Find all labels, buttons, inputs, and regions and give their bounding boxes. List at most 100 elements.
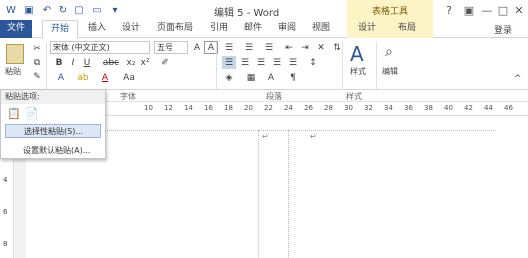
ruler-number: 26 — [304, 104, 313, 112]
undo-icon[interactable]: ↶ — [40, 3, 54, 17]
asian-layout-icon[interactable]: A — [264, 71, 278, 84]
tab-page-layout[interactable]: 页面布局 — [150, 20, 200, 38]
ruler-number: 32 — [364, 104, 373, 112]
highlight-icon[interactable]: ab — [76, 71, 90, 84]
table-tools-label: 表格工具 — [371, 7, 408, 17]
italic-icon[interactable]: I — [66, 56, 80, 69]
set-default-paste-item[interactable]: 设置默认粘贴(A)... — [5, 144, 101, 158]
format-painter-icon[interactable]: ✎ — [30, 70, 44, 83]
title-bar: W ▣ ↶ ↻ ▢ ▭ ▾ 编辑 5 - Word 表格工具 ? ▣ — □ ✕ — [0, 0, 528, 20]
paste-special-item[interactable]: 选择性粘贴(S)... — [5, 124, 101, 138]
chinese-layout-icon[interactable]: ✕ — [314, 41, 328, 54]
tab-mailings[interactable]: 邮件 — [238, 20, 268, 38]
ruler-number: 38 — [424, 104, 433, 112]
styles-button[interactable]: 样式 — [350, 66, 366, 77]
tab-design[interactable]: 设计 — [116, 20, 146, 38]
tab-references[interactable]: 引用 — [204, 20, 234, 38]
divider — [342, 42, 343, 90]
divider — [376, 42, 377, 90]
font-color-icon[interactable]: A — [98, 71, 112, 84]
table-tools-band: 表格工具 — [347, 0, 433, 20]
print-preview-icon[interactable]: ▢ — [72, 3, 86, 17]
align-left-icon[interactable]: ☰ — [222, 56, 236, 69]
ruler-number: 16 — [204, 104, 213, 112]
ruler-number: 46 — [504, 104, 513, 112]
superscript-icon[interactable]: x² — [138, 56, 152, 69]
cell-end-mark-icon: ↵ — [262, 132, 269, 141]
vruler-mark: 4 — [3, 176, 8, 184]
save-icon[interactable]: ▣ — [22, 3, 36, 17]
tab-view[interactable]: 视图 — [306, 20, 336, 38]
change-case-icon[interactable]: Aa — [122, 71, 136, 84]
borders-icon[interactable]: ▦ — [244, 71, 258, 84]
divider — [46, 42, 47, 90]
paste-icon[interactable] — [6, 44, 24, 64]
table-column-border — [288, 130, 289, 258]
vruler-mark: 6 — [3, 208, 8, 216]
ruler-number: 22 — [264, 104, 273, 112]
open-folder-icon[interactable]: ▭ — [90, 3, 104, 17]
show-marks-icon[interactable]: ¶ — [286, 71, 300, 84]
font-name-value: 宋体 (中文正文) — [53, 43, 110, 52]
ruler-number: 30 — [344, 104, 353, 112]
editing-button[interactable]: 编辑 — [382, 66, 398, 77]
keep-text-only-icon[interactable]: 📄 — [25, 107, 39, 120]
paste-options-menu: 粘贴选项: 📋 📄 选择性粘贴(S)... 设置默认粘贴(A)... — [0, 89, 106, 159]
increase-indent-icon[interactable]: ⇥ — [298, 41, 312, 54]
document-title: 编辑 5 - Word — [214, 8, 280, 19]
shading-icon[interactable]: ◈ — [222, 71, 236, 84]
tab-home[interactable]: 开始 — [42, 20, 78, 39]
ribbon-home: 粘贴 ✂ ⧉ ✎ 宋体 (中文正文) 五号 A A B I U abc x₂ x… — [0, 38, 528, 90]
grow-font-icon[interactable]: A — [190, 41, 204, 54]
underline-icon[interactable]: U — [80, 56, 94, 69]
tab-insert[interactable]: 插入 — [82, 20, 112, 38]
align-center-icon[interactable]: ☰ — [238, 56, 252, 69]
ruler-number: 18 — [224, 104, 233, 112]
line-spacing-icon[interactable]: ↕ — [306, 56, 320, 69]
tab-table-design[interactable]: 设计 — [352, 20, 382, 38]
align-right-icon[interactable]: ☰ — [254, 56, 268, 69]
word-logo-icon: W — [6, 4, 16, 16]
paste-label[interactable]: 粘贴 — [5, 66, 21, 77]
font-group-label: 字体 — [120, 92, 136, 101]
ruler-number: 28 — [324, 104, 333, 112]
styles-icon[interactable]: A — [350, 42, 364, 66]
subscript-icon[interactable]: x₂ — [124, 56, 138, 69]
multilevel-list-icon[interactable]: ☰ — [262, 41, 276, 54]
bold-icon[interactable]: B — [52, 56, 66, 69]
sign-in-link[interactable]: 登录 — [494, 23, 512, 36]
close-button[interactable]: ✕ — [510, 2, 528, 18]
clear-format-icon[interactable]: ✐ — [158, 56, 172, 69]
ruler-number: 34 — [384, 104, 393, 112]
tab-file[interactable]: 文件 — [0, 20, 32, 38]
font-size-combo[interactable]: 五号 — [154, 41, 188, 54]
divider — [216, 42, 217, 90]
tab-table-layout[interactable]: 布局 — [392, 20, 422, 38]
font-name-combo[interactable]: 宋体 (中文正文) — [50, 41, 150, 54]
strikethrough-icon[interactable]: abc — [100, 56, 122, 69]
text-effects-icon[interactable]: A — [54, 71, 68, 84]
numbering-icon[interactable]: ☰ — [242, 41, 256, 54]
decrease-indent-icon[interactable]: ⇤ — [282, 41, 296, 54]
justify-icon[interactable]: ☰ — [270, 56, 284, 69]
cell-end-mark-icon: ↵ — [310, 132, 317, 141]
copy-icon[interactable]: ⧉ — [30, 56, 44, 69]
ruler-number: 24 — [284, 104, 293, 112]
redo-icon[interactable]: ↻ — [56, 3, 70, 17]
ruler-number: 20 — [244, 104, 253, 112]
tab-review[interactable]: 审阅 — [272, 20, 302, 38]
paste-options-header: 粘贴选项: — [1, 90, 105, 104]
ribbon-display-button[interactable]: ▣ — [460, 2, 478, 18]
collapse-ribbon-icon[interactable]: ^ — [514, 74, 522, 84]
cut-icon[interactable]: ✂ — [30, 42, 44, 55]
ruler-number: 10 — [144, 104, 153, 112]
keep-source-format-icon[interactable]: 📋 — [7, 107, 21, 120]
bullets-icon[interactable]: ☰ — [222, 41, 236, 54]
ruler-number: 40 — [444, 104, 453, 112]
customize-toolbar-icon[interactable]: ▾ — [108, 3, 122, 17]
ruler-number: 14 — [184, 104, 193, 112]
distribute-icon[interactable]: ☰ — [286, 56, 300, 69]
find-icon[interactable]: ⌕ — [385, 44, 393, 60]
help-button[interactable]: ? — [440, 2, 458, 18]
ruler-number: 44 — [484, 104, 493, 112]
